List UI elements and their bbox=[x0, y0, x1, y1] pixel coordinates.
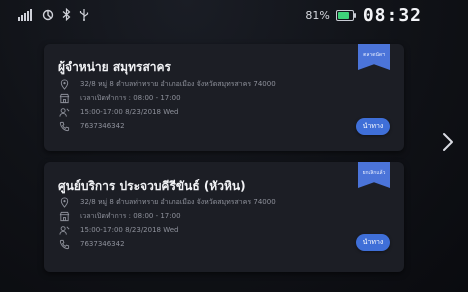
schedule-text: 15:00-17:00 8/23/2018 Wed bbox=[80, 108, 179, 116]
address-text: 32/8 หมู่ 8 ตำบลท่าทราย อำเภอเมือง จังหว… bbox=[80, 197, 276, 206]
schedule-row: 15:00-17:00 8/23/2018 Wed bbox=[58, 105, 276, 119]
battery-level bbox=[337, 12, 349, 19]
app-screen: 81% 08:32 ผู้จำหน่าย สมุทรสาคร ตลาดนัดฯ … bbox=[0, 0, 468, 292]
status-badge-label: ยกเลิกแล้ว bbox=[362, 170, 386, 176]
status-badge-label: ตลาดนัดฯ bbox=[363, 52, 385, 58]
card-details: 32/8 หมู่ 8 ตำบลท่าทราย อำเภอเมือง จังหว… bbox=[58, 77, 276, 133]
status-bar: 81% 08:32 bbox=[0, 0, 468, 34]
phone-text: 7637346342 bbox=[80, 122, 125, 130]
address-row: 32/8 หมู่ 8 ตำบลท่าทราย อำเภอเมือง จังหว… bbox=[58, 77, 276, 91]
status-right: 81% 08:32 bbox=[305, 5, 422, 26]
navigate-button-label: นำทาง bbox=[362, 238, 384, 246]
usb-icon bbox=[79, 8, 89, 25]
phone-row: 7637346342 bbox=[58, 237, 276, 251]
store-icon bbox=[58, 92, 70, 104]
phone-row: 7637346342 bbox=[58, 119, 276, 133]
navigate-button[interactable]: นำทาง bbox=[356, 234, 390, 251]
card-details: 32/8 หมู่ 8 ตำบลท่าทราย อำเภอเมือง จังหว… bbox=[58, 195, 276, 251]
status-badge: ตลาดนัดฯ bbox=[358, 44, 390, 70]
service-icon bbox=[58, 106, 70, 118]
schedule-text: 15:00-17:00 8/23/2018 Wed bbox=[80, 226, 179, 234]
card-title: ผู้จำหน่าย สมุทรสาคร bbox=[58, 60, 171, 74]
chevron-right-icon[interactable] bbox=[437, 129, 459, 155]
phone-icon bbox=[58, 238, 70, 250]
location-card[interactable]: ผู้จำหน่าย สมุทรสาคร ตลาดนัดฯ 32/8 หมู่ … bbox=[44, 44, 404, 151]
location-pin-icon bbox=[58, 196, 70, 208]
phone-icon bbox=[58, 120, 70, 132]
signal-icon bbox=[18, 8, 34, 25]
phone-text: 7637346342 bbox=[80, 240, 125, 248]
nfc-icon bbox=[42, 9, 54, 25]
address-row: 32/8 หมู่ 8 ตำบลท่าทราย อำเภอเมือง จังหว… bbox=[58, 195, 276, 209]
location-pin-icon bbox=[58, 78, 70, 90]
hours-row: เวลาเปิดทำการ : 08:00 - 17:00 bbox=[58, 209, 276, 223]
card-title: ศูนย์บริการ ประจวบคีรีขันธ์ (หัวหิน) bbox=[58, 179, 246, 193]
schedule-row: 15:00-17:00 8/23/2018 Wed bbox=[58, 223, 276, 237]
bluetooth-icon bbox=[62, 7, 71, 25]
battery-percent: 81% bbox=[305, 9, 330, 22]
hours-row: เวลาเปิดทำการ : 08:00 - 17:00 bbox=[58, 91, 276, 105]
status-icons bbox=[18, 7, 89, 25]
battery-icon bbox=[335, 10, 356, 21]
store-icon bbox=[58, 210, 70, 222]
hours-text: เวลาเปิดทำการ : 08:00 - 17:00 bbox=[80, 93, 181, 102]
navigate-button[interactable]: นำทาง bbox=[356, 118, 390, 135]
clock: 08:32 bbox=[362, 5, 422, 26]
hours-text: เวลาเปิดทำการ : 08:00 - 17:00 bbox=[80, 211, 181, 220]
status-badge: ยกเลิกแล้ว bbox=[358, 162, 390, 188]
service-icon bbox=[58, 224, 70, 236]
address-text: 32/8 หมู่ 8 ตำบลท่าทราย อำเภอเมือง จังหว… bbox=[80, 79, 276, 88]
location-card[interactable]: ศูนย์บริการ ประจวบคีรีขันธ์ (หัวหิน) ยกเ… bbox=[44, 162, 404, 272]
navigate-button-label: นำทาง bbox=[362, 122, 384, 130]
